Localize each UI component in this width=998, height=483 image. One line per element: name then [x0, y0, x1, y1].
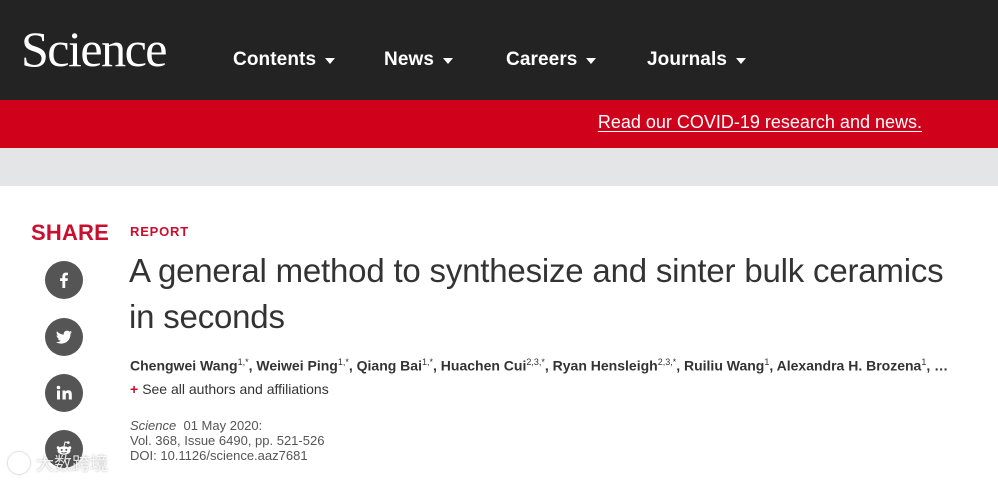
facebook-share-button[interactable] [45, 261, 83, 299]
chevron-down-icon [736, 58, 746, 64]
twitter-icon [56, 330, 72, 344]
author-name[interactable]: Huachen Cui [441, 358, 527, 374]
chevron-down-icon [443, 58, 454, 64]
volume-issue-pages: Vol. 368, Issue 6490, pp. 521-526 [130, 433, 325, 448]
author-affiliation: 1,* [237, 357, 249, 367]
author-name[interactable]: Chengwei Wang [130, 358, 238, 374]
author-list: Chengwei Wang1,*, Weiwei Ping1,*, Qiang … [130, 357, 949, 374]
article-title: A general method to synthesize and sinte… [129, 252, 944, 335]
covid-research-link[interactable]: Read our COVID-19 research and news. [598, 112, 922, 133]
nav-contents-label: Contents [233, 49, 317, 70]
chevron-down-icon [325, 58, 336, 64]
site-header: Science Contents News Careers Journals [0, 0, 998, 100]
citation-info: Science 01 May 2020: Vol. 368, Issue 649… [130, 418, 324, 463]
citation-journal-line: Science 01 May 2020: [130, 418, 324, 433]
nav-careers-label: Careers [506, 49, 578, 70]
twitter-share-button[interactable] [45, 318, 83, 356]
nav-news-label: News [384, 49, 435, 70]
linkedin-share-button[interactable] [45, 374, 83, 412]
gray-divider-strip [0, 148, 998, 186]
author-name[interactable]: Qiang Bai [357, 358, 422, 374]
share-label: SHARE [31, 220, 110, 245]
nav-journals-label: Journals [647, 49, 727, 70]
author-name[interactable]: Weiwei Ping [256, 358, 337, 374]
nav-news[interactable]: News [384, 47, 454, 73]
author-affiliation: 2,3,* [526, 357, 545, 367]
nav-journals[interactable]: Journals [647, 47, 746, 73]
science-logo[interactable]: Science [21, 20, 167, 78]
journal-name: Science [130, 418, 177, 433]
author-name[interactable]: Ruiliu Wang [684, 358, 764, 374]
watermark: 大数跨境 [8, 450, 108, 476]
author-affiliation: 1 [921, 357, 927, 367]
doi[interactable]: DOI: 10.1126/science.aaz7681 [130, 448, 324, 463]
nav-careers[interactable]: Careers [506, 47, 597, 73]
author-affiliation: 2,3,* [657, 357, 677, 367]
author-affiliation: 1 [764, 357, 770, 367]
article-type-label: REPORT [130, 224, 189, 239]
chevron-down-icon [586, 58, 597, 64]
plus-icon: + [130, 381, 139, 397]
author-name[interactable]: Alexandra H. Brozena [777, 358, 922, 374]
publication-date: 01 May 2020: [183, 418, 263, 433]
covid-banner: Read our COVID-19 research and news. [0, 100, 998, 148]
watermark-logo-icon [8, 452, 30, 474]
facebook-icon [60, 272, 68, 288]
author-affiliation: 1,* [421, 357, 433, 367]
authors-more-ellipsis[interactable]: … [934, 358, 948, 374]
author-affiliation: 1,* [337, 357, 349, 367]
see-all-authors-toggle[interactable]: + See all authors and affiliations [130, 381, 329, 397]
author-name[interactable]: Ryan Hensleigh [553, 358, 658, 374]
nav-contents[interactable]: Contents [233, 47, 336, 73]
watermark-text: 大数跨境 [36, 454, 108, 474]
linkedin-icon [56, 385, 72, 400]
see-all-authors-label: See all authors and affiliations [142, 381, 329, 397]
